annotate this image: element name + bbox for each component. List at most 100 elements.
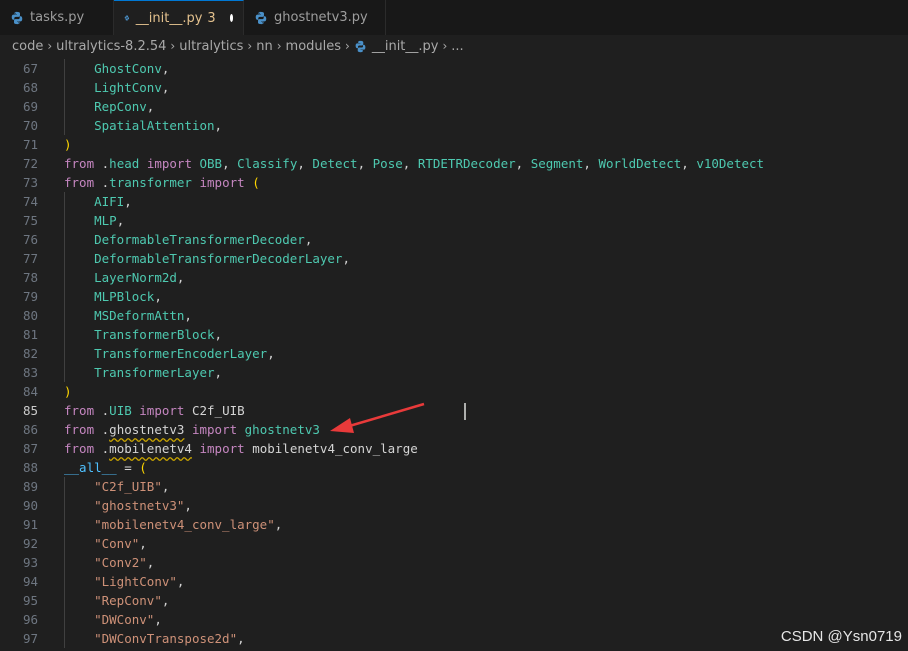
code-line[interactable]: 76 DeformableTransformerDecoder, — [0, 230, 908, 249]
code-token: Segment — [530, 156, 584, 171]
code-token: , — [357, 156, 373, 171]
breadcrumb-more[interactable]: ... — [451, 39, 463, 54]
code-token: "RepConv" — [94, 593, 162, 608]
code-line[interactable]: 87 from .mobilenetv4 import mobilenetv4_c… — [0, 439, 908, 458]
code-token: "C2f_UIB" — [94, 479, 162, 494]
code-token: "LightConv" — [94, 574, 177, 589]
breadcrumb-file[interactable]: __init__.py — [372, 39, 439, 54]
code-token: , — [146, 555, 155, 570]
code-text: TransformerEncoderLayer, — [64, 344, 275, 363]
editor-tab-bar: tasks.py __init__.py 3 ghostnetv3.py — [0, 0, 908, 36]
code-token: , — [681, 156, 697, 171]
code-line[interactable]: 81 TransformerBlock, — [0, 325, 908, 344]
code-token: MSDeformAttn — [94, 308, 185, 323]
code-token: RTDETRDecoder — [417, 156, 516, 171]
unsaved-dot-icon[interactable] — [229, 14, 233, 22]
code-editor[interactable]: 67 GhostConv, 68 LightConv, 69 RepConv, 70 … — [0, 58, 908, 651]
code-line[interactable]: 69 RepConv, — [0, 97, 908, 116]
code-line[interactable]: 77 DeformableTransformerDecoderLayer, — [0, 249, 908, 268]
tab-init-py[interactable]: __init__.py 3 — [114, 0, 244, 35]
code-line[interactable]: 92 "Conv", — [0, 534, 908, 553]
code-text: "DWConvTranspose2d", — [64, 629, 245, 648]
code-token: MLPBlock — [94, 289, 155, 304]
line-number: 75 — [22, 213, 38, 228]
code-line[interactable]: 90 "ghostnetv3", — [0, 496, 908, 515]
code-line[interactable]: 89 "C2f_UIB", — [0, 477, 908, 496]
tab-label: tasks.py — [30, 10, 85, 25]
code-token: import — [139, 403, 185, 418]
code-line[interactable]: 83 TransformerLayer, — [0, 363, 908, 382]
line-number: 87 — [22, 441, 38, 456]
code-line[interactable]: 86 from .ghostnetv3 import ghostnetv3 — [0, 420, 908, 439]
code-text: AIFI, — [64, 192, 132, 211]
breadcrumb-ultralytics[interactable]: ultralytics — [179, 39, 243, 54]
code-line[interactable]: 82 TransformerEncoderLayer, — [0, 344, 908, 363]
code-token: , — [304, 232, 313, 247]
code-token: SpatialAttention — [94, 118, 215, 133]
line-number: 90 — [22, 498, 38, 513]
python-icon — [355, 40, 366, 52]
code-text: "mobilenetv4_conv_large", — [64, 515, 282, 534]
code-line[interactable]: 95 "RepConv", — [0, 591, 908, 610]
tab-label: __init__.py — [135, 10, 203, 26]
code-line[interactable]: 73 from .transformer import ( — [0, 173, 908, 192]
code-text: SpatialAttention, — [64, 116, 222, 135]
python-icon — [124, 15, 130, 21]
code-token: , — [237, 631, 245, 646]
python-icon — [11, 11, 23, 24]
tab-tasks-py[interactable]: tasks.py — [0, 0, 114, 35]
code-token: "Conv" — [94, 536, 140, 551]
chevron-right-icon: › — [247, 39, 253, 53]
code-token: , — [515, 156, 531, 171]
tab-ghostnetv3-py[interactable]: ghostnetv3.py — [244, 0, 386, 35]
breadcrumb-modules[interactable]: modules — [286, 39, 342, 54]
code-line[interactable]: 68 LightConv, — [0, 78, 908, 97]
code-line[interactable]: 96 "DWConv", — [0, 610, 908, 629]
code-token: , — [402, 156, 418, 171]
code-text: TransformerLayer, — [64, 363, 222, 382]
code-line[interactable]: 84) — [0, 382, 908, 401]
code-line[interactable]: 75 MLP, — [0, 211, 908, 230]
watermark: CSDN @Ysn0719 — [780, 628, 902, 645]
code-line[interactable]: 70 SpatialAttention, — [0, 116, 908, 135]
code-line[interactable]: 88 __all__ = ( — [0, 458, 908, 477]
line-number: 77 — [22, 251, 38, 266]
code-line[interactable]: 72 from .head import OBB, Classify, Detec… — [0, 154, 908, 173]
code-text: "ghostnetv3", — [64, 496, 192, 515]
code-line[interactable]: 94 "LightConv", — [0, 572, 908, 591]
code-line[interactable]: 78 LayerNorm2d, — [0, 268, 908, 287]
code-line[interactable]: 79 MLPBlock, — [0, 287, 908, 306]
breadcrumb-code[interactable]: code — [12, 39, 43, 54]
code-line[interactable]: 97 "DWConvTranspose2d", — [0, 629, 908, 648]
line-number: 96 — [22, 612, 38, 627]
code-text: from .head import OBB, Classify, Detect,… — [64, 154, 764, 173]
line-number: 88 — [22, 460, 38, 475]
code-text: "Conv2", — [64, 553, 154, 572]
code-line[interactable]: 91 "mobilenetv4_conv_large", — [0, 515, 908, 534]
code-line[interactable]: 67 GhostConv, — [0, 59, 908, 78]
code-line[interactable]: 93 "Conv2", — [0, 553, 908, 572]
code-token: "DWConv" — [94, 612, 155, 627]
code-line[interactable]: 71) — [0, 135, 908, 154]
code-line[interactable]: 85 from .UIB import C2f_UIB — [0, 401, 908, 420]
code-line[interactable]: 74 AIFI, — [0, 192, 908, 211]
code-token: DeformableTransformerDecoder — [94, 232, 305, 247]
breadcrumb-ultralytics-version[interactable]: ultralytics-8.2.54 — [56, 39, 166, 54]
code-token: , — [176, 574, 185, 589]
breadcrumb-nn[interactable]: nn — [256, 39, 272, 54]
code-line[interactable]: 80 MSDeformAttn, — [0, 306, 908, 325]
code-token: import — [191, 422, 238, 437]
code-token: import — [199, 441, 245, 456]
